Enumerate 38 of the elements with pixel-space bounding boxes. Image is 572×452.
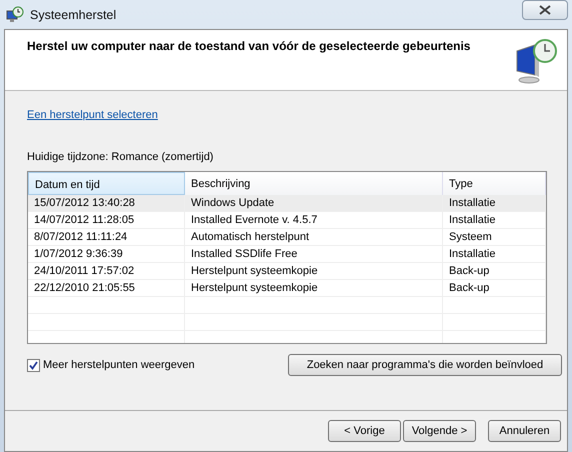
- table-cell: Installed SSDlife Free: [185, 246, 443, 263]
- table-cell: 24/10/2011 17:57:02: [28, 263, 185, 280]
- table-cell: Installatie: [443, 246, 546, 263]
- table-cell: 1/07/2012 9:36:39: [28, 246, 185, 263]
- table-cell: Installatie: [443, 212, 546, 229]
- table-row[interactable]: 1/07/2012 9:36:39 Installed SSDlife Free Installatie: [28, 246, 546, 263]
- table-cell: Windows Update: [185, 195, 443, 212]
- table-cell: Installed Evernote v. 4.5.7: [185, 212, 443, 229]
- table-cell: Herstelpunt systeemkopie: [185, 263, 443, 280]
- table-row[interactable]: 14/07/2012 11:28:05 Installed Evernote v. 4.5.7 Installatie: [28, 212, 546, 229]
- table-cell: Back-up: [443, 280, 546, 297]
- wizard-button[interactable]: < Vorige: [328, 420, 401, 442]
- table-cell: 15/07/2012 13:40:28: [28, 195, 185, 212]
- close-button[interactable]: [522, 0, 568, 20]
- page-heading: Herstel uw computer naar de toestand van vóór de geselecteerde gebeurtenis: [27, 39, 470, 55]
- table-row[interactable]: 8/07/2012 11:11:24 Automatisch herstelpunt Systeem: [28, 229, 546, 246]
- close-icon: [539, 5, 551, 15]
- wizard-button[interactable]: Volgende >: [403, 420, 476, 442]
- table-cell: 22/12/2010 21:05:55: [28, 280, 185, 297]
- table-cell: Herstelpunt systeemkopie: [185, 280, 443, 297]
- restore-point-link[interactable]: Een herstelpunt selecteren: [27, 109, 158, 121]
- table-cell: 14/07/2012 11:28:05: [28, 212, 185, 229]
- table-row[interactable]: 22/12/2010 21:05:55 Herstelpunt systeemkopie Back-up: [28, 280, 546, 297]
- scan-button[interactable]: Zoeken naar programma's die worden beïnvloed: [288, 354, 562, 376]
- column-header[interactable]: Datum en tijd: [28, 172, 185, 195]
- table-cell: Systeem: [443, 229, 546, 246]
- table-row[interactable]: 24/10/2011 17:57:02 Herstelpunt systeemkopie Back-up: [28, 263, 546, 280]
- table-cell: Back-up: [443, 263, 546, 280]
- table-cell: Installatie: [443, 195, 546, 212]
- table-cell: Automatisch herstelpunt: [185, 229, 443, 246]
- checkbox-label: Meer herstelpunten weergeven: [43, 359, 195, 371]
- table-row[interactable]: 15/07/2012 13:40:28 Windows Update Installatie: [28, 195, 546, 212]
- checkbox[interactable]: [27, 358, 40, 372]
- restore-icon: [6, 6, 24, 24]
- timezone-label: Huidige tijdzone: Romance (zomertijd): [27, 151, 214, 163]
- window-title: Systeemherstel: [30, 8, 118, 22]
- table-cell: 8/07/2012 11:11:24: [28, 229, 185, 246]
- wizard-button[interactable]: Annuleren: [488, 420, 561, 442]
